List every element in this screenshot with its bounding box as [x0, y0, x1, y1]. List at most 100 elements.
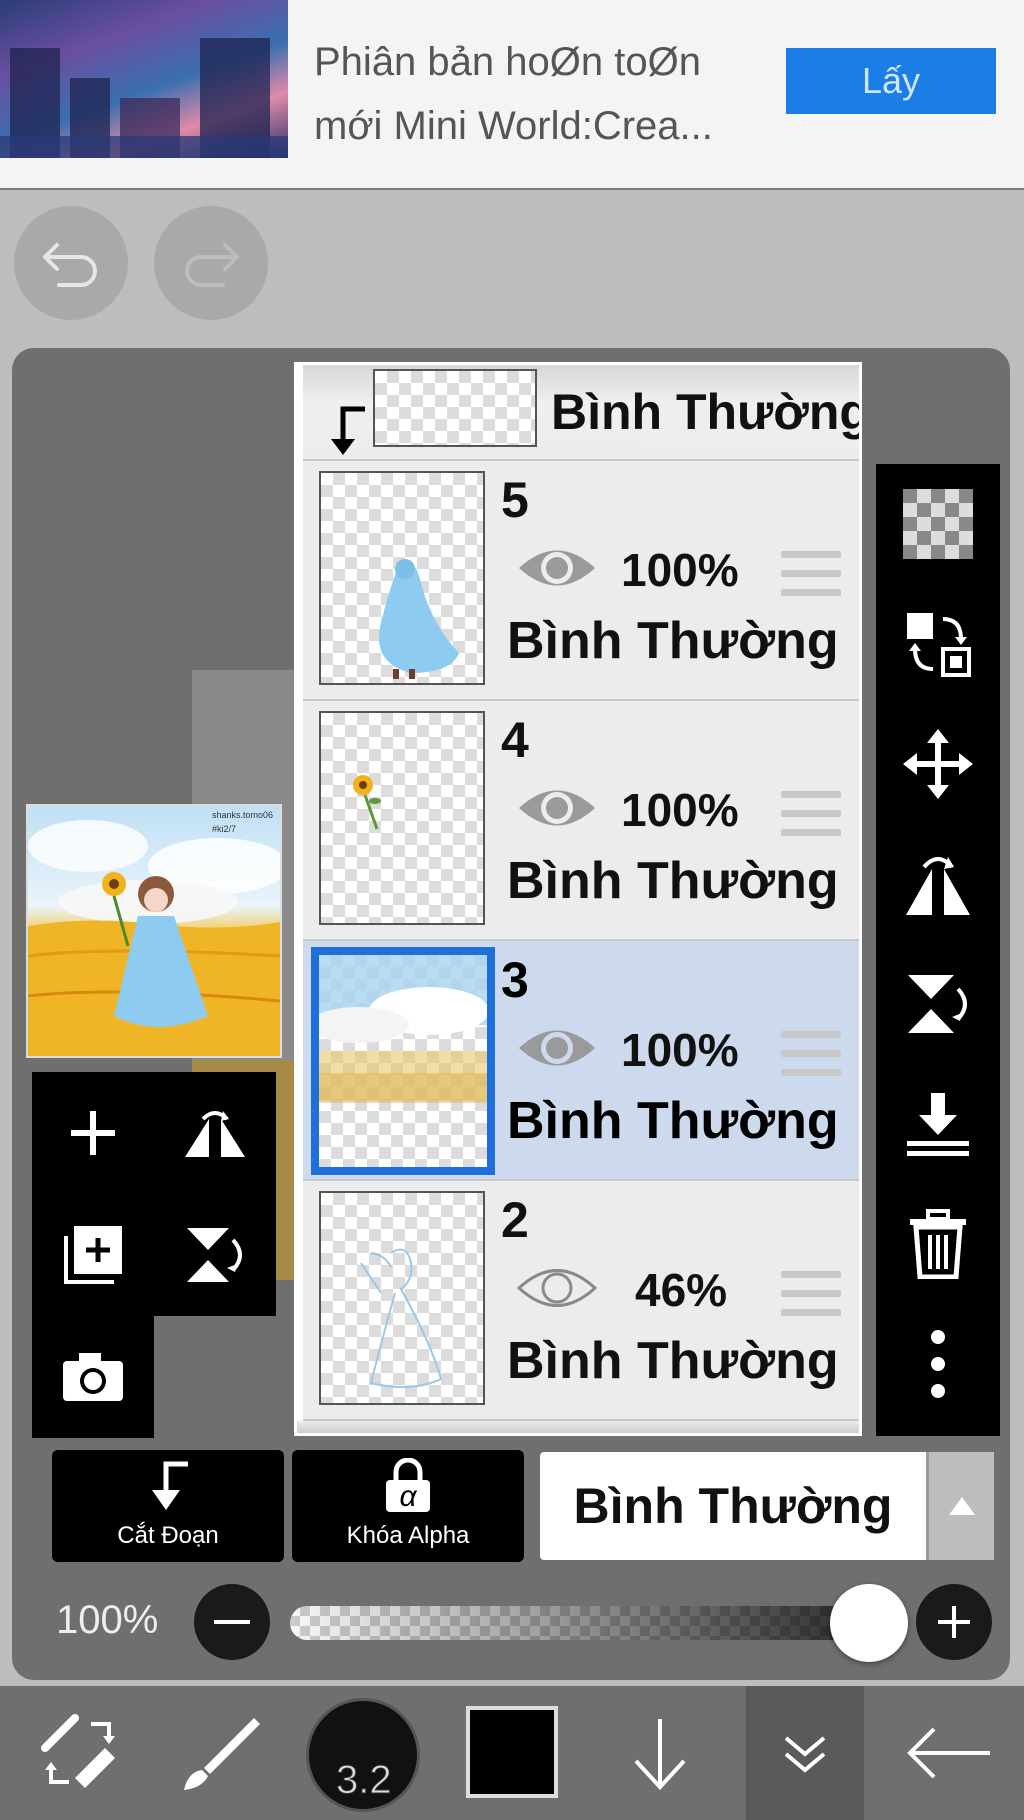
transparency-button[interactable]	[876, 464, 1000, 584]
flip-layer-horizontal-button[interactable]	[876, 824, 1000, 944]
chevron-double-down-icon	[784, 1736, 826, 1773]
merge-down-icon	[907, 1093, 969, 1156]
opacity-slider-handle[interactable]	[830, 1584, 908, 1662]
camera-icon	[63, 1353, 123, 1401]
layer-opacity: 100%	[621, 1024, 739, 1076]
clipped-layer-row[interactable]: Bình Thường	[303, 365, 859, 461]
arrow-down-icon	[634, 1719, 686, 1790]
clip-arrow-icon	[152, 1461, 188, 1510]
undo-icon	[43, 243, 97, 287]
checkerboard-icon	[903, 489, 973, 559]
move-icon	[903, 729, 973, 799]
layer-blend-mode: Bình Thường	[507, 612, 839, 670]
camera-button[interactable]	[32, 1316, 154, 1438]
trash-icon	[910, 1209, 966, 1279]
back-button[interactable]	[894, 1686, 1004, 1820]
ad-image[interactable]	[0, 0, 288, 158]
layer-opacity: 100%	[621, 544, 739, 596]
drag-handle-icon[interactable]	[781, 1031, 841, 1081]
drag-handle-icon[interactable]	[781, 791, 841, 841]
swap-icon	[907, 613, 971, 677]
brush-eraser-swap-icon	[41, 1714, 115, 1788]
layer-row-5[interactable]: 5 100% Bình Thường	[303, 461, 859, 701]
plus-icon	[71, 1111, 115, 1155]
color-swatch[interactable]	[466, 1706, 558, 1798]
minus-icon	[214, 1620, 250, 1624]
move-button[interactable]	[876, 704, 1000, 824]
undo-button[interactable]	[14, 206, 128, 320]
visibility-eye-icon[interactable]	[515, 781, 599, 835]
layer-number: 4	[501, 712, 529, 768]
drag-handle-icon[interactable]	[781, 1271, 841, 1321]
preview-watermark-line1: shanks.tomo06	[212, 810, 274, 820]
opacity-slider[interactable]	[290, 1606, 876, 1640]
add-layer-button[interactable]	[32, 1072, 154, 1194]
layer-blend-mode: Bình Thường	[507, 852, 839, 910]
layers-panel-button[interactable]	[746, 1686, 864, 1820]
more-vertical-icon	[931, 1330, 945, 1398]
ad-get-button[interactable]: Lấy	[786, 48, 996, 114]
flip-vertical-icon	[187, 1228, 242, 1282]
layer-opacity: 100%	[621, 784, 739, 836]
flip-vertical-icon	[908, 975, 967, 1033]
layer-opacity: 46%	[635, 1264, 728, 1316]
flip-horizontal-button[interactable]	[154, 1072, 276, 1194]
layer-number: 5	[501, 472, 529, 528]
opacity-increase-button[interactable]	[916, 1584, 992, 1660]
layer-row-3[interactable]: 3 100% Bình Thường	[303, 941, 859, 1181]
ad-banner[interactable]: Phiân bản hoØn toØn mới Mini World:Crea.…	[0, 0, 1024, 190]
layer-list-fade	[297, 1421, 859, 1433]
opacity-label: 100%	[56, 1598, 159, 1642]
brush-eraser-toggle-button[interactable]	[20, 1686, 140, 1820]
alpha-symbol: α	[399, 1480, 417, 1513]
ad-text-line2: mới Mini World:Crea...	[314, 104, 713, 148]
redo-button[interactable]	[154, 206, 268, 320]
drag-handle-icon[interactable]	[781, 551, 841, 601]
arrow-left-icon	[907, 1727, 990, 1779]
blend-mode-dropdown-button[interactable]	[926, 1452, 994, 1560]
clipping-button[interactable]: Cắt Đoạn	[52, 1450, 284, 1562]
layer-number: 3	[501, 952, 529, 1008]
visibility-eye-icon[interactable]	[515, 1261, 599, 1315]
layer-row-2[interactable]: 2 46% Bình Thường	[303, 1181, 859, 1421]
ad-text-line1: Phiân bản hoØn toØn	[314, 40, 701, 84]
layer-number: 2	[501, 1192, 529, 1248]
clip-arrow-icon	[331, 406, 365, 455]
layer-blend-mode: Bình Thường	[507, 1332, 839, 1390]
duplicate-layer-button[interactable]	[32, 1194, 154, 1316]
brush-tool-button[interactable]	[164, 1686, 274, 1820]
alpha-lock-label: Khóa Alpha	[346, 1522, 470, 1549]
artwork-preview-image	[28, 820, 280, 1056]
layer-row-4[interactable]: 4 100% Bình Thường	[303, 701, 859, 941]
redo-icon	[185, 243, 239, 287]
duplicate-layer-icon	[64, 1226, 122, 1284]
clipping-label: Cắt Đoạn	[117, 1522, 219, 1549]
layer-panel[interactable]: Bình Thường 5 100% Bình Thường 4 100% Bì…	[294, 362, 862, 1436]
layer-blend-mode: Bình Thường	[551, 384, 862, 440]
delete-layer-button[interactable]	[876, 1184, 1000, 1304]
swap-layer-button[interactable]	[876, 584, 1000, 704]
flip-vertical-button[interactable]	[154, 1194, 276, 1316]
layer-blend-mode: Bình Thường	[507, 1092, 839, 1150]
flip-horizontal-icon	[185, 1111, 245, 1157]
ad-text[interactable]: Phiân bản hoØn toØn mới Mini World:Crea.…	[314, 30, 764, 158]
artwork-preview[interactable]: shanks.tomo06 #ki2/7	[26, 804, 282, 1058]
brush-icon	[184, 1718, 260, 1790]
layer-thumbnail	[319, 471, 485, 685]
layer-thumbnail	[311, 947, 495, 1175]
layer-down-button[interactable]	[610, 1686, 710, 1820]
opacity-decrease-button[interactable]	[194, 1584, 270, 1660]
flip-layer-vertical-button[interactable]	[876, 944, 1000, 1064]
layer-thumbnail	[319, 1191, 485, 1405]
merge-down-button[interactable]	[876, 1064, 1000, 1184]
flip-horizontal-icon	[906, 857, 970, 915]
left-toolbar	[32, 1072, 276, 1438]
preview-watermark-line2: #ki2/7	[212, 824, 237, 834]
alpha-lock-button[interactable]: α Khóa Alpha	[292, 1450, 524, 1562]
blend-mode-select[interactable]: Bình Thường	[540, 1452, 926, 1560]
visibility-eye-icon[interactable]	[515, 1021, 599, 1075]
layer-thumbnail	[373, 369, 537, 447]
visibility-eye-icon[interactable]	[515, 541, 599, 595]
plus-icon	[938, 1606, 970, 1638]
more-options-button[interactable]	[876, 1304, 1000, 1424]
